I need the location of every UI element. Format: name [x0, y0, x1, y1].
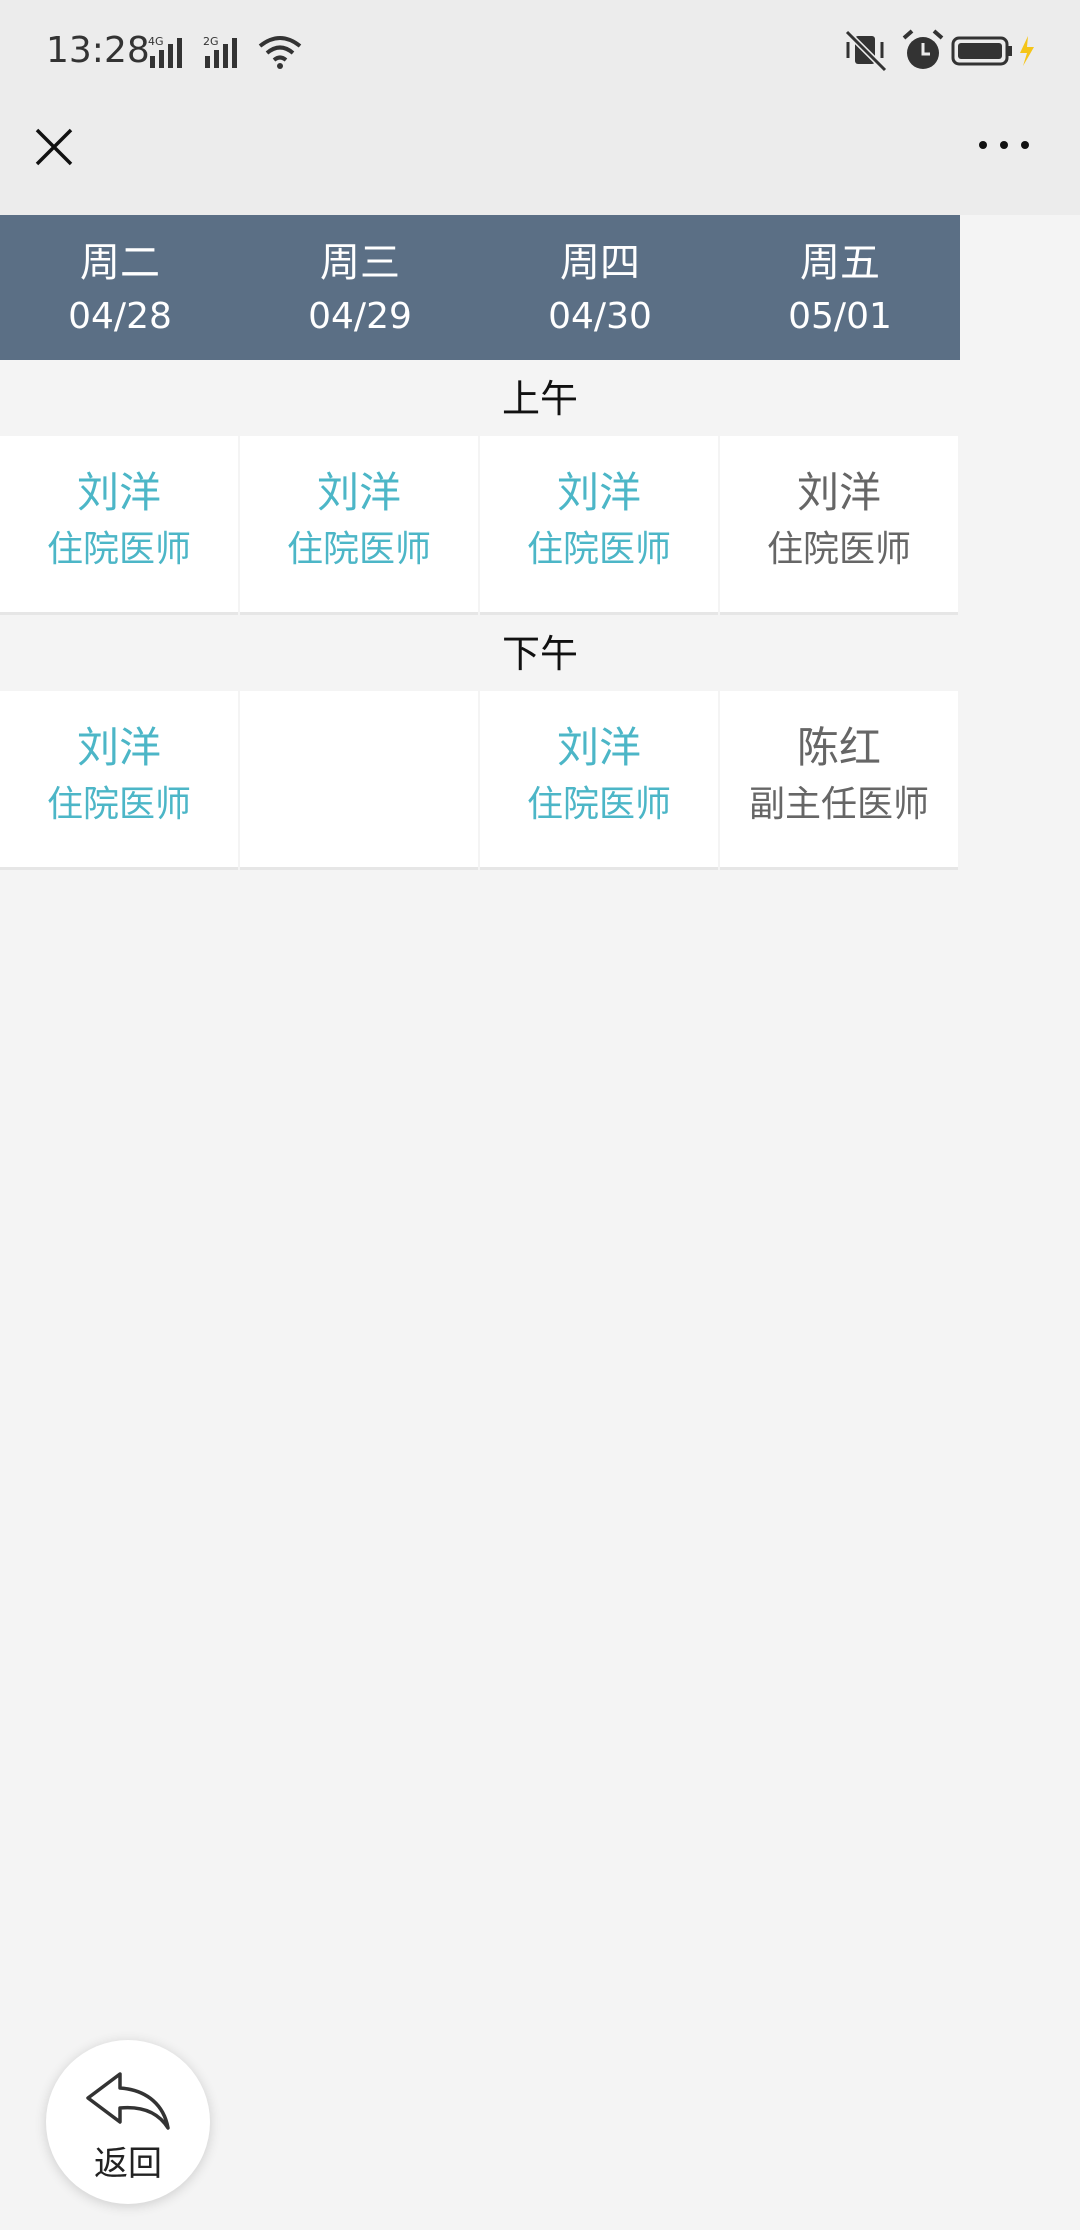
nav-bar — [0, 105, 1080, 215]
week-header: 周二 04/28 周三 04/29 周四 04/30 周五 05/01 — [0, 215, 960, 360]
schedule-slot[interactable]: 刘洋 住院医师 — [240, 436, 478, 615]
net2-label: 2G — [203, 35, 219, 48]
schedule-slot-empty — [240, 691, 478, 870]
doctor-title: 住院医师 — [286, 529, 431, 570]
doctor-name: 陈红 — [796, 723, 881, 772]
reply-arrow-icon — [86, 2072, 170, 2130]
day-date: 05/01 — [788, 296, 892, 337]
doctor-title: 住院医师 — [46, 784, 191, 825]
more-icon[interactable] — [978, 135, 1030, 155]
doctor-title: 住院医师 — [526, 784, 671, 825]
schedule-row-afternoon: 刘洋 住院医师 刘洋 住院医师 陈红 副主任医师 — [0, 691, 960, 871]
doctor-name: 刘洋 — [556, 468, 641, 517]
day-header: 周五 05/01 — [720, 215, 960, 360]
back-label: 返回 — [94, 2144, 162, 2184]
doctor-name: 刘洋 — [76, 468, 161, 517]
period-label-afternoon: 下午 — [501, 632, 578, 676]
status-time: 13:28 — [46, 30, 150, 71]
day-weekday: 周三 — [320, 240, 400, 286]
doctor-title: 住院医师 — [46, 529, 191, 570]
schedule-slot[interactable]: 刘洋 住院医师 — [480, 436, 718, 615]
doctor-name: 刘洋 — [316, 468, 401, 517]
schedule-slot[interactable]: 刘洋 住院医师 — [0, 436, 238, 615]
day-weekday: 周二 — [80, 240, 160, 286]
schedule-slot[interactable]: 刘洋 住院医师 — [0, 691, 238, 870]
day-date: 04/29 — [308, 296, 412, 337]
doctor-title: 副主任医师 — [748, 784, 929, 825]
doctor-name: 刘洋 — [556, 723, 641, 772]
day-header: 周四 04/30 — [480, 215, 720, 360]
wifi-icon — [258, 36, 302, 69]
schedule-slot: 陈红 副主任医师 — [720, 691, 958, 870]
status-bar: 13:28 4G 2G — [0, 0, 1080, 105]
alarm-icon — [902, 29, 944, 69]
signal-4g-icon: 4G — [148, 35, 182, 68]
day-header: 周二 04/28 — [0, 215, 240, 360]
day-weekday: 周四 — [560, 240, 640, 286]
doctor-name: 刘洋 — [76, 723, 161, 772]
back-button[interactable]: 返回 — [46, 2040, 210, 2204]
day-date: 04/30 — [548, 296, 652, 337]
signal-2g-icon: 2G — [203, 35, 237, 68]
doctor-title: 住院医师 — [766, 529, 911, 570]
battery-charging-icon — [951, 36, 1034, 66]
net1-label: 4G — [148, 35, 164, 48]
period-label-morning: 上午 — [501, 377, 578, 421]
day-header: 周三 04/29 — [240, 215, 480, 360]
doctor-name: 刘洋 — [796, 468, 881, 517]
schedule-slot: 刘洋 住院医师 — [720, 436, 958, 615]
day-weekday: 周五 — [800, 240, 880, 286]
mute-vibrate-icon — [844, 29, 888, 73]
schedule-row-morning: 刘洋 住院医师 刘洋 住院医师 刘洋 住院医师 刘洋 住院医师 — [0, 436, 960, 616]
schedule-slot[interactable]: 刘洋 住院医师 — [480, 691, 718, 870]
close-icon[interactable] — [34, 127, 74, 167]
day-date: 04/28 — [68, 296, 172, 337]
doctor-title: 住院医师 — [526, 529, 671, 570]
